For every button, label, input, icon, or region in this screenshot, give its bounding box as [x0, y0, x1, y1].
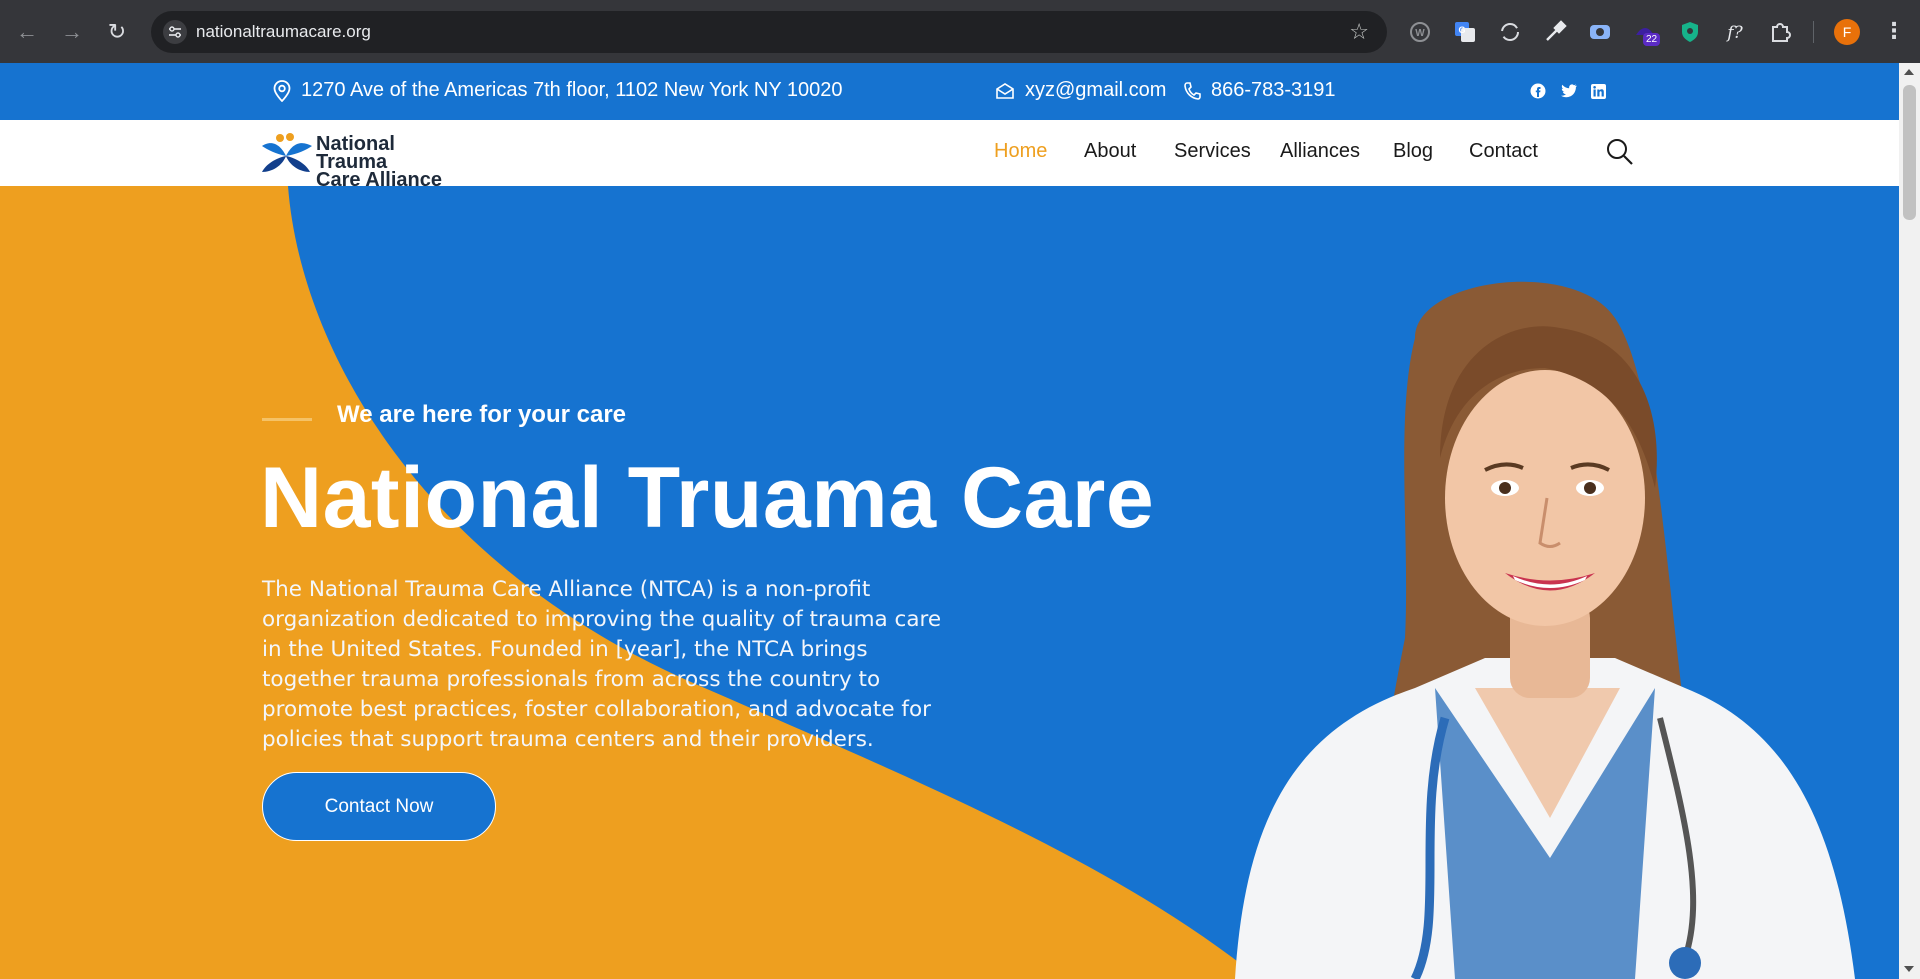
scroll-down-arrow-icon[interactable] — [1904, 966, 1914, 972]
facebook-icon[interactable] — [1529, 82, 1547, 100]
url-text[interactable]: nationaltraumacare.org — [196, 22, 371, 42]
nav-about[interactable]: About — [1084, 140, 1136, 163]
twitter-icon[interactable] — [1559, 82, 1577, 100]
nav-blog[interactable]: Blog — [1393, 140, 1433, 163]
hero-title: National Truama Care — [260, 450, 1155, 546]
function-extension-icon[interactable]: f? — [1722, 19, 1748, 45]
email-link[interactable]: xyz@gmail.com — [1025, 79, 1166, 102]
search-icon[interactable] — [1605, 137, 1635, 167]
back-arrow-icon[interactable]: ← — [10, 15, 44, 49]
scroll-up-arrow-icon[interactable] — [1904, 69, 1914, 75]
logo-mark-icon — [262, 133, 312, 172]
browser-toolbar: ← → ↻ nationaltraumacare.org ☆ W G 22 f?… — [0, 0, 1920, 63]
email-item[interactable]: xyz@gmail.com — [995, 79, 1166, 102]
screen-capture-extension-icon[interactable] — [1587, 19, 1613, 45]
wordpress-extension-icon[interactable]: W — [1407, 19, 1433, 45]
site-logo[interactable]: National Trauma Care Alliance — [260, 132, 470, 190]
page-scrollbar[interactable] — [1899, 63, 1920, 979]
sync-extension-icon[interactable] — [1497, 19, 1523, 45]
svg-text:f?: f? — [1725, 23, 1743, 43]
menu-kebab-icon[interactable]: ⋮ — [1883, 18, 1905, 44]
eyedropper-extension-icon[interactable] — [1542, 19, 1568, 45]
hero-section: We are here for your care National Truam… — [0, 186, 1899, 979]
contact-now-button[interactable]: Contact Now — [262, 772, 496, 841]
translate-extension-icon[interactable]: G — [1452, 19, 1478, 45]
doctor-photo — [1235, 281, 1855, 979]
site-header: National Trauma Care Alliance Home About… — [0, 120, 1899, 190]
reload-icon[interactable]: ↻ — [100, 15, 134, 49]
tagline-line — [262, 418, 312, 421]
nav-home[interactable]: Home — [994, 140, 1047, 163]
svg-text:G: G — [1458, 25, 1465, 35]
profile-avatar[interactable]: F — [1834, 19, 1860, 45]
phone-icon — [1184, 81, 1201, 100]
scroll-thumb[interactable] — [1903, 85, 1916, 220]
contact-bar: 1270 Ave of the Americas 7th floor, 1102… — [0, 63, 1899, 120]
toolbar-separator — [1813, 21, 1814, 43]
page-viewport: 1270 Ave of the Americas 7th floor, 1102… — [0, 63, 1920, 979]
shield-extension-icon[interactable] — [1677, 19, 1703, 45]
hero-description: The National Trauma Care Alliance (NTCA)… — [262, 577, 942, 752]
nav-alliances[interactable]: Alliances — [1280, 140, 1360, 163]
location-pin-icon — [273, 79, 291, 102]
logo-line-1: National Trauma — [316, 133, 395, 173]
envelope-icon — [996, 82, 1014, 99]
forward-arrow-icon[interactable]: → — [55, 15, 89, 49]
address-bar[interactable]: nationaltraumacare.org ☆ — [151, 11, 1387, 53]
nav-services[interactable]: Services — [1174, 140, 1251, 163]
site-settings-icon[interactable] — [163, 20, 187, 44]
linkedin-icon[interactable] — [1589, 82, 1607, 100]
extension-badge: 22 — [1643, 33, 1661, 46]
extensions-puzzle-icon[interactable] — [1767, 19, 1793, 45]
hero-tagline: We are here for your care — [337, 401, 627, 428]
nav-contact[interactable]: Contact — [1469, 140, 1538, 163]
bookmark-star-icon[interactable]: ☆ — [1349, 19, 1369, 45]
address-item: 1270 Ave of the Americas 7th floor, 1102… — [273, 79, 842, 102]
logo-text: National Trauma Care Alliance — [316, 133, 470, 190]
address-text: 1270 Ave of the Americas 7th floor, 1102… — [301, 79, 843, 101]
phone-item[interactable]: 866-783-3191 — [1183, 79, 1336, 102]
svg-text:W: W — [1415, 28, 1425, 39]
phone-link[interactable]: 866-783-3191 — [1211, 79, 1336, 102]
